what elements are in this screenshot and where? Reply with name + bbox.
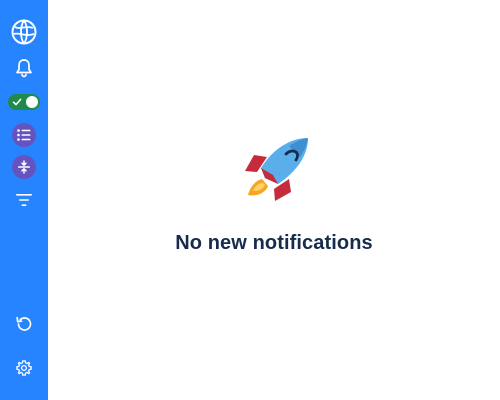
globe-button[interactable] <box>0 15 48 49</box>
settings-button[interactable] <box>0 351 48 385</box>
list-icon <box>12 123 36 147</box>
toggle-knob <box>26 96 38 108</box>
toggle-switch[interactable] <box>0 85 48 119</box>
collapse-icon <box>12 155 36 179</box>
empty-state: No new notifications <box>48 135 500 255</box>
gear-icon <box>15 359 33 377</box>
notifications-button[interactable] <box>0 51 48 85</box>
empty-state-title: No new notifications <box>175 232 373 254</box>
undo-button[interactable] <box>0 307 48 341</box>
filter-icon <box>16 193 32 207</box>
bell-icon <box>15 58 33 78</box>
globe-icon <box>11 19 37 45</box>
check-icon <box>12 97 22 107</box>
app-window: No new notifications <box>0 0 500 400</box>
collapse-button[interactable] <box>0 150 48 184</box>
undo-icon <box>15 315 33 333</box>
main-panel: No new notifications <box>48 0 500 400</box>
sidebar <box>0 0 48 400</box>
filter-button[interactable] <box>0 183 48 217</box>
toggle-track <box>8 94 40 110</box>
rocket-icon <box>237 135 311 209</box>
list-button[interactable] <box>0 118 48 152</box>
